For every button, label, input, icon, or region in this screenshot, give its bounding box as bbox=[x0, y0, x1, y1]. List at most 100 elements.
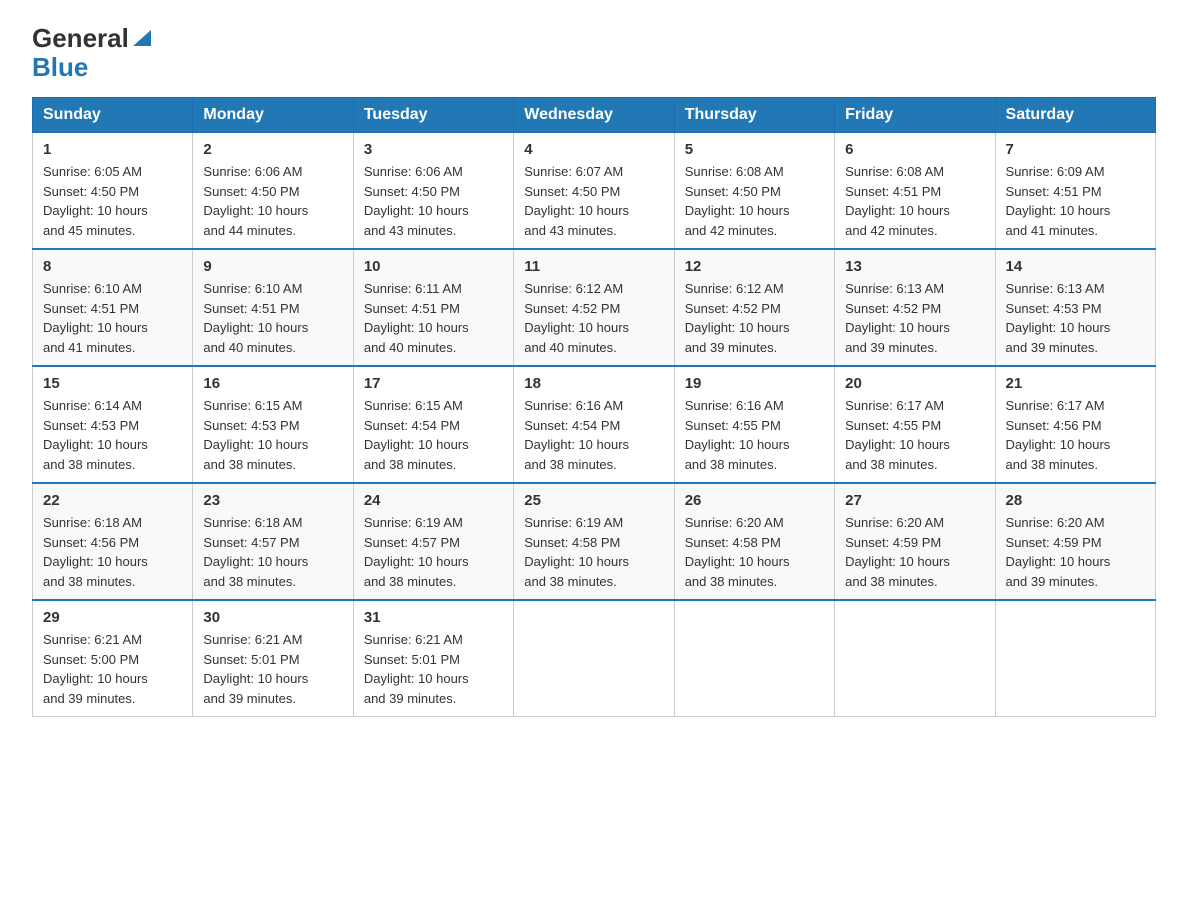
day-number: 12 bbox=[685, 258, 824, 275]
calendar-cell: 15 Sunrise: 6:14 AMSunset: 4:53 PMDaylig… bbox=[33, 366, 193, 483]
weekday-header-friday: Friday bbox=[835, 98, 995, 133]
day-info: Sunrise: 6:14 AMSunset: 4:53 PMDaylight:… bbox=[43, 396, 182, 474]
day-number: 11 bbox=[524, 258, 663, 275]
day-number: 7 bbox=[1006, 141, 1145, 158]
day-number: 17 bbox=[364, 375, 503, 392]
day-number: 24 bbox=[364, 492, 503, 509]
day-info: Sunrise: 6:16 AMSunset: 4:54 PMDaylight:… bbox=[524, 396, 663, 474]
day-info: Sunrise: 6:21 AMSunset: 5:01 PMDaylight:… bbox=[364, 630, 503, 708]
calendar-cell bbox=[514, 600, 674, 717]
header: General Blue bbox=[32, 24, 1156, 81]
day-info: Sunrise: 6:06 AMSunset: 4:50 PMDaylight:… bbox=[203, 162, 342, 240]
day-info: Sunrise: 6:08 AMSunset: 4:50 PMDaylight:… bbox=[685, 162, 824, 240]
calendar-cell: 17 Sunrise: 6:15 AMSunset: 4:54 PMDaylig… bbox=[353, 366, 513, 483]
day-info: Sunrise: 6:21 AMSunset: 5:00 PMDaylight:… bbox=[43, 630, 182, 708]
weekday-header-wednesday: Wednesday bbox=[514, 98, 674, 133]
day-number: 1 bbox=[43, 141, 182, 158]
calendar-cell: 10 Sunrise: 6:11 AMSunset: 4:51 PMDaylig… bbox=[353, 249, 513, 366]
day-number: 18 bbox=[524, 375, 663, 392]
day-number: 16 bbox=[203, 375, 342, 392]
day-number: 23 bbox=[203, 492, 342, 509]
day-info: Sunrise: 6:10 AMSunset: 4:51 PMDaylight:… bbox=[43, 279, 182, 357]
day-info: Sunrise: 6:05 AMSunset: 4:50 PMDaylight:… bbox=[43, 162, 182, 240]
calendar-week-row-3: 15 Sunrise: 6:14 AMSunset: 4:53 PMDaylig… bbox=[33, 366, 1156, 483]
calendar-cell: 7 Sunrise: 6:09 AMSunset: 4:51 PMDayligh… bbox=[995, 133, 1155, 250]
day-number: 29 bbox=[43, 609, 182, 626]
day-number: 31 bbox=[364, 609, 503, 626]
logo-triangle-icon bbox=[131, 26, 153, 48]
day-info: Sunrise: 6:20 AMSunset: 4:59 PMDaylight:… bbox=[845, 513, 984, 591]
day-info: Sunrise: 6:20 AMSunset: 4:59 PMDaylight:… bbox=[1006, 513, 1145, 591]
calendar-cell: 4 Sunrise: 6:07 AMSunset: 4:50 PMDayligh… bbox=[514, 133, 674, 250]
day-info: Sunrise: 6:10 AMSunset: 4:51 PMDaylight:… bbox=[203, 279, 342, 357]
day-info: Sunrise: 6:11 AMSunset: 4:51 PMDaylight:… bbox=[364, 279, 503, 357]
day-number: 15 bbox=[43, 375, 182, 392]
day-number: 5 bbox=[685, 141, 824, 158]
calendar-cell: 24 Sunrise: 6:19 AMSunset: 4:57 PMDaylig… bbox=[353, 483, 513, 600]
calendar-cell bbox=[674, 600, 834, 717]
day-number: 13 bbox=[845, 258, 984, 275]
calendar-cell: 13 Sunrise: 6:13 AMSunset: 4:52 PMDaylig… bbox=[835, 249, 995, 366]
calendar-week-row-2: 8 Sunrise: 6:10 AMSunset: 4:51 PMDayligh… bbox=[33, 249, 1156, 366]
calendar-cell: 28 Sunrise: 6:20 AMSunset: 4:59 PMDaylig… bbox=[995, 483, 1155, 600]
day-info: Sunrise: 6:18 AMSunset: 4:56 PMDaylight:… bbox=[43, 513, 182, 591]
weekday-header-tuesday: Tuesday bbox=[353, 98, 513, 133]
calendar-cell: 16 Sunrise: 6:15 AMSunset: 4:53 PMDaylig… bbox=[193, 366, 353, 483]
day-number: 8 bbox=[43, 258, 182, 275]
calendar-week-row-4: 22 Sunrise: 6:18 AMSunset: 4:56 PMDaylig… bbox=[33, 483, 1156, 600]
calendar-cell: 3 Sunrise: 6:06 AMSunset: 4:50 PMDayligh… bbox=[353, 133, 513, 250]
day-number: 9 bbox=[203, 258, 342, 275]
day-info: Sunrise: 6:21 AMSunset: 5:01 PMDaylight:… bbox=[203, 630, 342, 708]
day-number: 19 bbox=[685, 375, 824, 392]
calendar-cell: 29 Sunrise: 6:21 AMSunset: 5:00 PMDaylig… bbox=[33, 600, 193, 717]
weekday-header-monday: Monday bbox=[193, 98, 353, 133]
calendar-cell: 31 Sunrise: 6:21 AMSunset: 5:01 PMDaylig… bbox=[353, 600, 513, 717]
weekday-header-sunday: Sunday bbox=[33, 98, 193, 133]
day-info: Sunrise: 6:08 AMSunset: 4:51 PMDaylight:… bbox=[845, 162, 984, 240]
day-info: Sunrise: 6:13 AMSunset: 4:52 PMDaylight:… bbox=[845, 279, 984, 357]
calendar-cell: 30 Sunrise: 6:21 AMSunset: 5:01 PMDaylig… bbox=[193, 600, 353, 717]
day-info: Sunrise: 6:17 AMSunset: 4:56 PMDaylight:… bbox=[1006, 396, 1145, 474]
calendar-cell bbox=[995, 600, 1155, 717]
day-info: Sunrise: 6:09 AMSunset: 4:51 PMDaylight:… bbox=[1006, 162, 1145, 240]
calendar-cell: 20 Sunrise: 6:17 AMSunset: 4:55 PMDaylig… bbox=[835, 366, 995, 483]
calendar-cell: 26 Sunrise: 6:20 AMSunset: 4:58 PMDaylig… bbox=[674, 483, 834, 600]
day-number: 27 bbox=[845, 492, 984, 509]
day-number: 6 bbox=[845, 141, 984, 158]
calendar-cell: 18 Sunrise: 6:16 AMSunset: 4:54 PMDaylig… bbox=[514, 366, 674, 483]
day-info: Sunrise: 6:19 AMSunset: 4:57 PMDaylight:… bbox=[364, 513, 503, 591]
day-info: Sunrise: 6:17 AMSunset: 4:55 PMDaylight:… bbox=[845, 396, 984, 474]
calendar-week-row-1: 1 Sunrise: 6:05 AMSunset: 4:50 PMDayligh… bbox=[33, 133, 1156, 250]
day-info: Sunrise: 6:16 AMSunset: 4:55 PMDaylight:… bbox=[685, 396, 824, 474]
calendar-week-row-5: 29 Sunrise: 6:21 AMSunset: 5:00 PMDaylig… bbox=[33, 600, 1156, 717]
calendar-cell: 14 Sunrise: 6:13 AMSunset: 4:53 PMDaylig… bbox=[995, 249, 1155, 366]
day-info: Sunrise: 6:19 AMSunset: 4:58 PMDaylight:… bbox=[524, 513, 663, 591]
day-info: Sunrise: 6:07 AMSunset: 4:50 PMDaylight:… bbox=[524, 162, 663, 240]
day-number: 25 bbox=[524, 492, 663, 509]
calendar-cell: 11 Sunrise: 6:12 AMSunset: 4:52 PMDaylig… bbox=[514, 249, 674, 366]
day-number: 4 bbox=[524, 141, 663, 158]
day-number: 28 bbox=[1006, 492, 1145, 509]
calendar-cell bbox=[835, 600, 995, 717]
logo: General Blue bbox=[32, 24, 153, 81]
calendar-cell: 27 Sunrise: 6:20 AMSunset: 4:59 PMDaylig… bbox=[835, 483, 995, 600]
calendar-cell: 9 Sunrise: 6:10 AMSunset: 4:51 PMDayligh… bbox=[193, 249, 353, 366]
day-number: 10 bbox=[364, 258, 503, 275]
day-info: Sunrise: 6:15 AMSunset: 4:54 PMDaylight:… bbox=[364, 396, 503, 474]
day-number: 21 bbox=[1006, 375, 1145, 392]
day-info: Sunrise: 6:18 AMSunset: 4:57 PMDaylight:… bbox=[203, 513, 342, 591]
logo-general: General bbox=[32, 24, 129, 53]
calendar-table: SundayMondayTuesdayWednesdayThursdayFrid… bbox=[32, 97, 1156, 717]
calendar-cell: 25 Sunrise: 6:19 AMSunset: 4:58 PMDaylig… bbox=[514, 483, 674, 600]
calendar-cell: 1 Sunrise: 6:05 AMSunset: 4:50 PMDayligh… bbox=[33, 133, 193, 250]
calendar-cell: 22 Sunrise: 6:18 AMSunset: 4:56 PMDaylig… bbox=[33, 483, 193, 600]
day-number: 22 bbox=[43, 492, 182, 509]
calendar-cell: 2 Sunrise: 6:06 AMSunset: 4:50 PMDayligh… bbox=[193, 133, 353, 250]
day-info: Sunrise: 6:06 AMSunset: 4:50 PMDaylight:… bbox=[364, 162, 503, 240]
weekday-header-saturday: Saturday bbox=[995, 98, 1155, 133]
calendar-cell: 23 Sunrise: 6:18 AMSunset: 4:57 PMDaylig… bbox=[193, 483, 353, 600]
day-number: 3 bbox=[364, 141, 503, 158]
day-info: Sunrise: 6:12 AMSunset: 4:52 PMDaylight:… bbox=[685, 279, 824, 357]
calendar-cell: 8 Sunrise: 6:10 AMSunset: 4:51 PMDayligh… bbox=[33, 249, 193, 366]
calendar-cell: 21 Sunrise: 6:17 AMSunset: 4:56 PMDaylig… bbox=[995, 366, 1155, 483]
